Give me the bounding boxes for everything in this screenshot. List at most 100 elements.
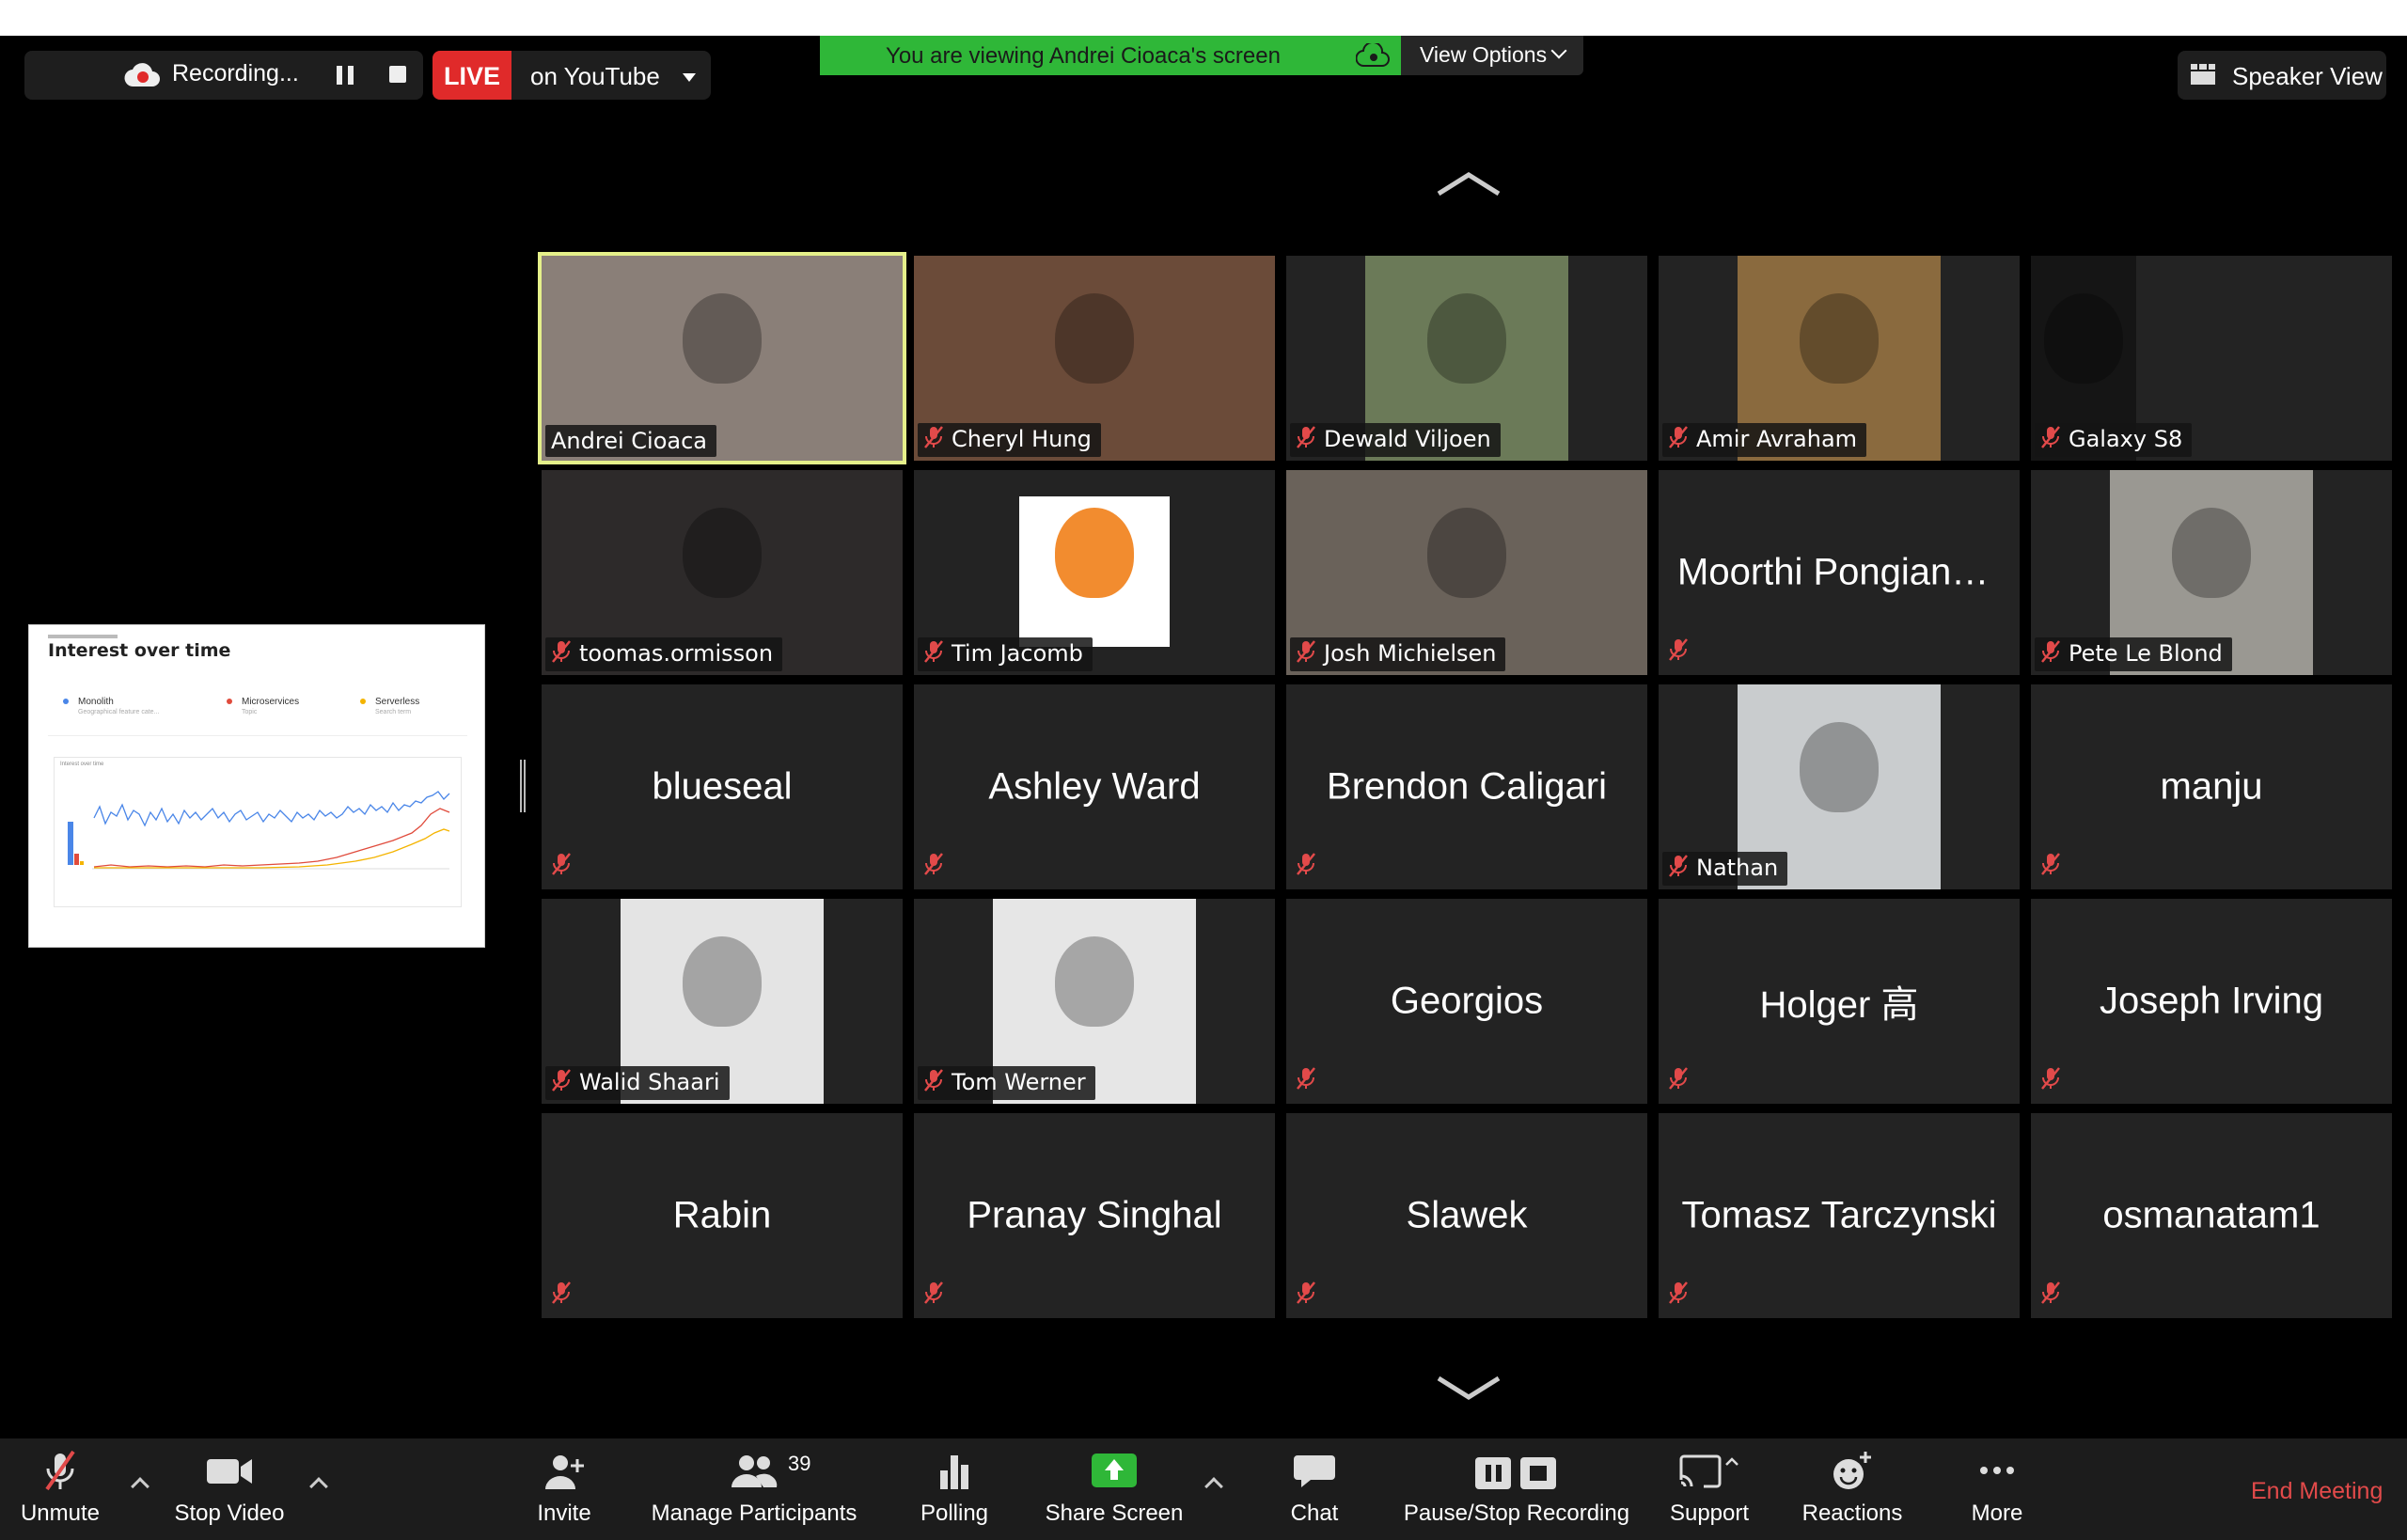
participant-name-label: Josh Michielsen (1290, 637, 1506, 671)
participant-tile[interactable]: Tomasz Tarczynski (1659, 1113, 2020, 1318)
meeting-toolbar (0, 1438, 2407, 1540)
polling-label: Polling (920, 1501, 989, 1526)
participant-tile[interactable]: Josh Michielsen (1286, 470, 1647, 675)
participant-name: Dewald Viljoen (1324, 426, 1491, 452)
participant-name: Ashley Ward (988, 765, 1201, 808)
participant-name: Galaxy S8 (2069, 426, 2183, 452)
cloud-recording-icon (124, 63, 160, 87)
participant-tile[interactable]: Walid Shaari (542, 899, 903, 1104)
cloud-recording-icon (1356, 43, 1390, 67)
muted-mic-icon (923, 426, 944, 454)
pause-stop-icon (1475, 1457, 1556, 1489)
participant-tile[interactable]: Slawek (1286, 1113, 1647, 1318)
participant-name: Joseph Irving (2100, 980, 2323, 1022)
participant-tile[interactable]: manju (2031, 684, 2392, 889)
participant-tile[interactable]: osmanatam1 (2031, 1113, 2392, 1318)
participant-tile[interactable]: Tom Werner (914, 899, 1275, 1104)
legend-item: Monolith Geographical feature cate... (63, 697, 159, 715)
muted-mic-icon (551, 853, 572, 880)
unmute-button[interactable]: Unmute (13, 1448, 107, 1527)
shared-screen-legend: Monolith Geographical feature cate... Mic… (48, 697, 467, 736)
participant-tile[interactable]: Ashley Ward (914, 684, 1275, 889)
participant-tile[interactable]: toomas.ormisson (542, 470, 903, 675)
participant-name: Cheryl Hung (952, 426, 1092, 452)
participant-silhouette (683, 936, 762, 1027)
participant-tile[interactable]: Tim Jacomb (914, 470, 1275, 675)
participant-name-label: Pete Le Blond (2035, 637, 2232, 671)
grid-view-icon (2191, 64, 2215, 85)
participant-tile[interactable]: Andrei Cioaca (538, 252, 906, 464)
muted-mic-icon (2040, 1281, 2061, 1309)
live-dropdown-caret-icon[interactable] (683, 73, 696, 82)
more-label: More (1971, 1501, 2023, 1526)
invite-button[interactable]: Invite (527, 1448, 602, 1527)
participant-tile[interactable]: Joseph Irving (2031, 899, 2392, 1104)
pause-stop-recording-button[interactable]: Pause/Stop Recording (1401, 1448, 1632, 1527)
participant-silhouette (683, 293, 762, 384)
muted-mic-icon (2040, 1067, 2061, 1094)
end-meeting-button[interactable]: End Meeting (2251, 1478, 2383, 1505)
participant-name-label: Cheryl Hung (918, 423, 1101, 457)
participant-tile[interactable]: Dewald Viljoen (1286, 256, 1647, 461)
more-button[interactable]: More (1959, 1448, 2035, 1527)
participant-tile[interactable]: Cheryl Hung (914, 256, 1275, 461)
muted-mic-icon (1668, 855, 1689, 883)
live-stream-pill[interactable]: LIVE on YouTube (433, 51, 711, 100)
participant-tile[interactable]: Amir Avraham (1659, 256, 2020, 461)
view-options-button[interactable]: View Options (1401, 36, 1583, 75)
chat-button[interactable]: Chat (1277, 1448, 1352, 1527)
participant-silhouette (1055, 293, 1134, 384)
pause-recording-icon[interactable] (337, 66, 354, 85)
muted-mic-icon (551, 640, 572, 668)
participant-tile[interactable]: Pete Le Blond (2031, 470, 2392, 675)
reactions-button[interactable]: Reactions (1796, 1448, 1909, 1527)
support-label: Support (1669, 1501, 1750, 1526)
muted-mic-icon (2040, 640, 2061, 668)
participant-tile[interactable]: Georgios (1286, 899, 1647, 1104)
muted-mic-icon (923, 1069, 944, 1097)
participant-silhouette (1055, 936, 1134, 1027)
window-top-strip (0, 0, 2407, 36)
participant-name: Rabin (672, 1194, 772, 1236)
live-destination: on YouTube (530, 62, 660, 90)
shared-screen-thumbnail[interactable]: Interest over time Monolith Geographical … (28, 624, 485, 948)
participant-tile[interactable]: blueseal (542, 684, 903, 889)
next-page-arrow-icon[interactable] (1435, 1375, 1502, 1403)
participant-tile[interactable]: Holger 高 (1659, 899, 2020, 1104)
participant-name-label: toomas.ormisson (545, 637, 783, 671)
participant-tile[interactable]: Nathan (1659, 684, 2020, 889)
participant-name: Moorthi Pongiann... (1677, 551, 2004, 593)
participant-name-label: Walid Shaari (545, 1066, 730, 1100)
muted-mic-icon (1296, 640, 1316, 668)
participant-name-label: Tim Jacomb (918, 637, 1093, 671)
participant-name: Tom Werner (952, 1069, 1086, 1095)
muted-mic-icon (1296, 426, 1316, 454)
invite-label: Invite (537, 1501, 591, 1526)
participant-silhouette (1427, 508, 1506, 598)
participant-tile[interactable]: Brendon Caligari (1286, 684, 1647, 889)
share-screen-button[interactable]: Share Screen (1040, 1448, 1188, 1527)
support-button[interactable]: Support (1664, 1448, 1754, 1527)
manage-participants-button[interactable]: Manage Participants (647, 1448, 861, 1527)
muted-mic-icon (2040, 853, 2061, 880)
muted-mic-icon (1668, 426, 1689, 454)
previous-page-arrow-icon[interactable] (1435, 169, 1502, 197)
reactions-label: Reactions (1801, 1501, 1903, 1526)
participant-name: Tim Jacomb (952, 640, 1083, 667)
participant-tile[interactable]: Moorthi Pongiann... (1659, 470, 2020, 675)
participant-tile[interactable]: Pranay Singhal (914, 1113, 1275, 1318)
polling-button[interactable]: Polling (912, 1448, 997, 1527)
speaker-view-button[interactable]: Speaker View (2178, 51, 2386, 100)
participant-tile[interactable]: Rabin (542, 1113, 903, 1318)
live-badge: LIVE (433, 51, 511, 100)
stop-recording-icon[interactable] (389, 66, 406, 83)
stop-video-button[interactable]: Stop Video (165, 1448, 293, 1527)
participant-silhouette (1800, 293, 1879, 384)
muted-mic-icon (551, 1069, 572, 1097)
participant-name: Walid Shaari (579, 1069, 720, 1095)
panel-resize-handle[interactable] (520, 760, 526, 812)
share-screen-label: Share Screen (1045, 1501, 1184, 1526)
participant-name-label: Galaxy S8 (2035, 423, 2193, 457)
participant-name: Andrei Cioaca (551, 428, 707, 454)
participant-tile[interactable]: Galaxy S8 (2031, 256, 2392, 461)
